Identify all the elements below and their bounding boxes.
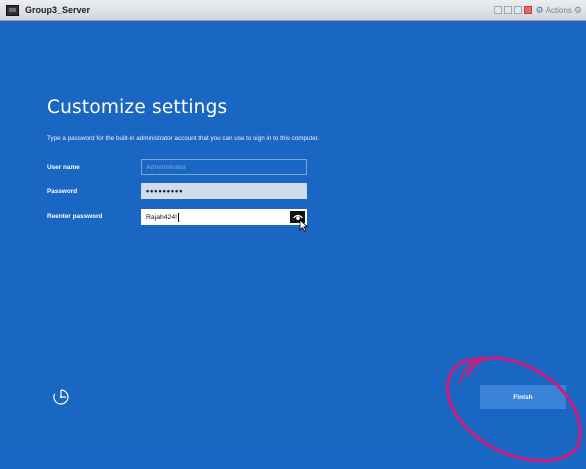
title-bar-controls: ⚙ Actions ⚙: [493, 0, 582, 20]
hand-drawn-circle-annotation: [446, 356, 582, 463]
page-description: Type a password for the built-in adminis…: [47, 135, 320, 142]
actions-menu[interactable]: Actions: [546, 6, 572, 15]
finish-button[interactable]: Finish: [480, 385, 566, 409]
vm-window-title: Group3_Server: [25, 5, 91, 15]
settings-icon[interactable]: ⚙: [574, 5, 582, 16]
password-label: Password: [47, 188, 78, 195]
password-masked-value: •••••••••: [146, 186, 184, 196]
toolbar-button-1[interactable]: [493, 6, 502, 14]
user-name-field[interactable]: Administrator: [141, 159, 307, 175]
toolbar-button-2[interactable]: [503, 6, 512, 14]
reenter-password-value: Rajah424!: [146, 213, 177, 221]
toolbar-button-3[interactable]: [513, 6, 522, 14]
vm-title-bar: Group3_Server ⚙ Actions ⚙: [0, 0, 586, 21]
vm-window-icon: [6, 4, 19, 16]
oobe-screen: Customize settings Type a password for t…: [0, 21, 586, 463]
gear-icon[interactable]: ⚙: [536, 5, 544, 16]
user-name-label: User name: [47, 164, 80, 171]
ease-of-access-icon[interactable]: [52, 388, 70, 406]
page-title: Customize settings: [47, 97, 228, 118]
reenter-password-label: Reenter password: [47, 213, 103, 220]
password-field[interactable]: •••••••••: [141, 183, 307, 199]
user-name-placeholder: Administrator: [146, 163, 187, 171]
reenter-password-field[interactable]: Rajah424!: [141, 209, 307, 225]
toolbar-button-4[interactable]: [523, 6, 532, 14]
mouse-pointer-icon: [299, 219, 308, 232]
text-caret: [177, 212, 179, 222]
